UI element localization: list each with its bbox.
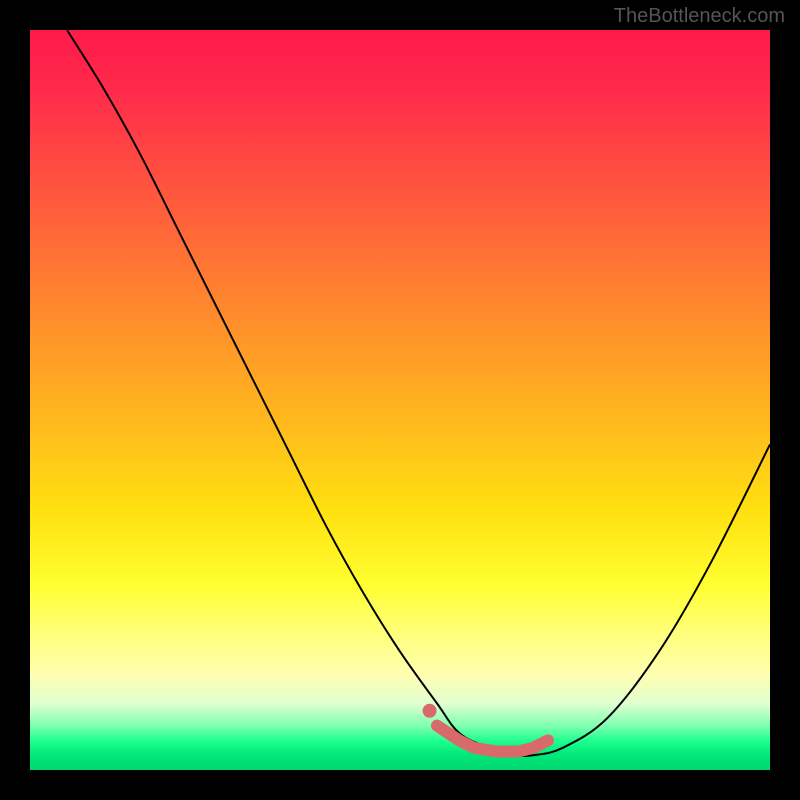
curve-svg xyxy=(30,30,770,770)
plot-area xyxy=(30,30,770,770)
chart-container: TheBottleneck.com xyxy=(0,0,800,800)
main-curve xyxy=(67,30,770,756)
highlight-dot xyxy=(423,704,437,718)
highlight-segment xyxy=(437,726,548,752)
watermark-text: TheBottleneck.com xyxy=(614,5,785,28)
